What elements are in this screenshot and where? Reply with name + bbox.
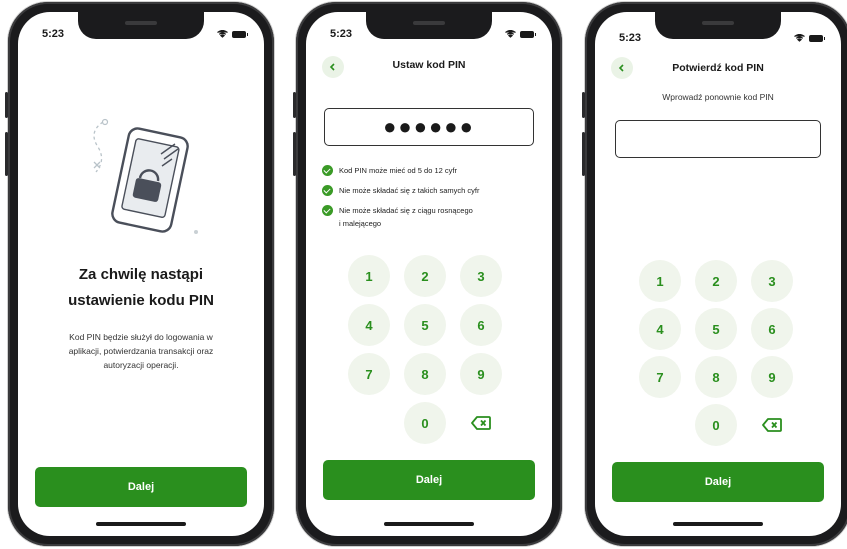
check-icon	[322, 185, 333, 196]
key-7[interactable]: 7	[348, 353, 390, 395]
wifi-icon	[505, 30, 516, 38]
backspace-icon	[471, 416, 491, 430]
pin-rule: Nie może składać się z takich samych cyf…	[322, 184, 542, 197]
key-0[interactable]: 0	[404, 402, 446, 444]
key-1[interactable]: 1	[348, 255, 390, 297]
key-5[interactable]: 5	[404, 304, 446, 346]
key-4[interactable]: 4	[639, 308, 681, 350]
home-indicator	[96, 522, 186, 526]
delete-key[interactable]	[751, 404, 793, 446]
backspace-icon	[762, 418, 782, 432]
key-7[interactable]: 7	[639, 356, 681, 398]
screen-confirm-pin: 5:23 Potwierdź kod PIN Wprowadź ponownie…	[595, 12, 841, 536]
status-time: 5:23	[330, 28, 353, 40]
intro-title: Za chwilę nastąpi ustawienie kodu PIN	[68, 266, 214, 309]
key-9[interactable]: 9	[751, 356, 793, 398]
page-subtitle: Wprowadź ponownie kod PIN	[662, 92, 774, 102]
check-icon	[322, 165, 333, 176]
key-0[interactable]: 0	[695, 404, 737, 446]
chevron-left-icon	[618, 64, 624, 72]
key-8[interactable]: 8	[695, 356, 737, 398]
status-time: 5:23	[42, 28, 65, 40]
key-6[interactable]: 6	[751, 308, 793, 350]
battery-icon	[232, 30, 248, 38]
next-button[interactable]: Dalej	[35, 467, 247, 507]
status-time: 5:23	[619, 32, 642, 44]
phone-intro: 5:23 Za chwilę nastąpi ustawienie kodu P…	[5, 2, 274, 546]
key-6[interactable]: 6	[460, 304, 502, 346]
pin-masked-value: ●●●●●●	[383, 114, 475, 139]
pin-rule: Nie może składać się z ciągu rosnącego i…	[322, 204, 542, 230]
chevron-left-icon	[329, 63, 335, 71]
key-3[interactable]: 3	[751, 260, 793, 302]
phone-lock-illustration	[93, 118, 198, 234]
key-3[interactable]: 3	[460, 255, 502, 297]
wifi-icon	[217, 30, 228, 38]
key-9[interactable]: 9	[460, 353, 502, 395]
key-5[interactable]: 5	[695, 308, 737, 350]
screen-set-pin: 5:23 Ustaw kod PIN ●●●●●● Kod PIN może m…	[306, 12, 552, 536]
key-1[interactable]: 1	[639, 260, 681, 302]
status-bar: 5:23	[42, 26, 248, 42]
delete-key[interactable]	[460, 402, 502, 444]
back-button[interactable]	[611, 57, 633, 79]
key-2[interactable]: 2	[695, 260, 737, 302]
battery-icon	[520, 30, 536, 38]
next-button[interactable]: Dalej	[323, 460, 535, 500]
phone-confirm-pin: 5:23 Potwierdź kod PIN Wprowadź ponownie…	[582, 2, 847, 546]
status-bar: 5:23	[330, 26, 536, 42]
check-icon	[322, 205, 333, 216]
phone-set-pin: 5:23 Ustaw kod PIN ●●●●●● Kod PIN może m…	[293, 2, 562, 546]
battery-icon	[809, 34, 825, 42]
page-title: Potwierdź kod PIN	[672, 62, 764, 74]
key-2[interactable]: 2	[404, 255, 446, 297]
intro-description: Kod PIN będzie służył do logowania w apl…	[68, 332, 214, 370]
key-8[interactable]: 8	[404, 353, 446, 395]
pin-rule: Kod PIN może mieć od 5 do 12 cyfr	[322, 164, 542, 177]
wifi-icon	[794, 34, 805, 42]
screen-intro: 5:23 Za chwilę nastąpi ustawienie kodu P…	[18, 12, 264, 536]
page-title: Ustaw kod PIN	[392, 59, 466, 71]
back-button[interactable]	[322, 56, 344, 78]
home-indicator	[673, 522, 763, 526]
pin-input[interactable]: ●●●●●●	[324, 108, 534, 146]
status-bar: 5:23	[619, 30, 825, 46]
pin-confirm-input[interactable]	[615, 120, 821, 158]
next-button[interactable]: Dalej	[612, 462, 824, 502]
home-indicator	[384, 522, 474, 526]
key-4[interactable]: 4	[348, 304, 390, 346]
